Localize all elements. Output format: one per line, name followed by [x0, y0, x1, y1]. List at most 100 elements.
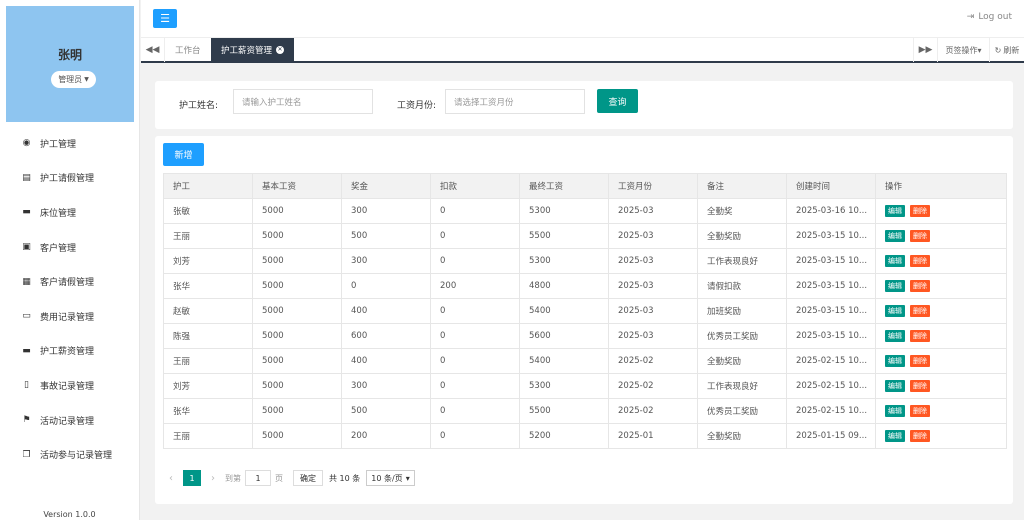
row-actions: 编辑 删除: [875, 373, 1007, 399]
table-cell: 5500: [519, 223, 609, 249]
tab-scroll-left-button[interactable]: ◀◀: [141, 38, 165, 62]
edit-button[interactable]: 编辑: [885, 405, 905, 417]
row-actions: 编辑 删除: [875, 223, 1007, 249]
sidebar-item-label: 费用记录管理: [40, 312, 95, 323]
id-card-icon: ▣: [22, 242, 31, 253]
table-cell: 2025-03: [608, 248, 698, 274]
table-cell: 0: [430, 198, 520, 224]
delete-button[interactable]: 删除: [910, 430, 930, 442]
delete-button[interactable]: 删除: [910, 230, 930, 242]
edit-button[interactable]: 编辑: [885, 355, 905, 367]
sidebar-item-label: 护工请假管理: [40, 174, 95, 185]
table-cell: 2025-01: [608, 423, 698, 449]
delete-button[interactable]: 删除: [910, 205, 930, 217]
sidebar-item-label: 床位管理: [40, 208, 77, 219]
edit-button[interactable]: 编辑: [885, 280, 905, 292]
sidebar-item[interactable]: ◉ 护工管理: [0, 126, 139, 161]
table-cell: 5000: [252, 223, 342, 249]
tab-operations-dropdown[interactable]: 页签操作 ▾: [937, 38, 989, 62]
table-cell: 张华: [163, 398, 253, 424]
name-search-input[interactable]: 请输入护工姓名: [233, 89, 373, 114]
salary-table-card: 新增 护工 基本工资 奖金 扣款 最终工资 工资月份 备注 创建时间 操作 张敏 5000 300 0…: [155, 136, 1013, 504]
logout-link[interactable]: ⇥ Log out: [967, 12, 1012, 22]
sidebar-item[interactable]: ▤ 护工请假管理: [0, 161, 139, 196]
table-cell: 0: [430, 298, 520, 324]
table-row: 陈强 5000 600 0 5600 2025-03 优秀员工奖励 2025-03-15 10…: [163, 323, 1007, 349]
sidebar-item[interactable]: ▬ 护工薪资管理: [0, 334, 139, 369]
edit-button[interactable]: 编辑: [885, 255, 905, 267]
table-cell: 2025-03-15 10...: [786, 248, 876, 274]
column-header: 备注: [697, 173, 787, 199]
add-button[interactable]: 新增: [163, 143, 204, 166]
role-dropdown[interactable]: 管理员 ▼: [51, 71, 96, 88]
goto-page-input[interactable]: 1: [245, 470, 271, 486]
table-cell: 300: [341, 198, 431, 224]
tab-bar: ◀◀ 工作台 护工薪资管理 ✕ ▶▶ 页签操作 ▾ ↻ 刷新: [141, 37, 1024, 63]
name-label: 护工姓名:: [179, 101, 219, 111]
edit-button[interactable]: 编辑: [885, 305, 905, 317]
table-cell: 0: [430, 248, 520, 274]
current-page-button[interactable]: 1: [183, 470, 201, 486]
row-actions: 编辑 删除: [875, 198, 1007, 224]
close-icon[interactable]: ✕: [276, 46, 285, 54]
table-cell: 刘芳: [163, 373, 253, 399]
sidebar-item[interactable]: ▯ 事故记录管理: [0, 368, 139, 403]
next-page-icon[interactable]: ›: [205, 473, 221, 484]
sidebar-item[interactable]: ⚑ 活动记录管理: [0, 403, 139, 438]
edit-button[interactable]: 编辑: [885, 380, 905, 392]
table-cell: 优秀员工奖励: [697, 398, 787, 424]
delete-button[interactable]: 删除: [910, 405, 930, 417]
sidebar: 张明 管理员 ▼ ◉ 护工管理 ▤ 护工请假管理 ▬ 床位管理 ▣ 客户管理 ▦ 客户请假管理 ▭ 费…: [0, 0, 140, 520]
table-cell: 0: [430, 423, 520, 449]
delete-button[interactable]: 删除: [910, 255, 930, 267]
edit-button[interactable]: 编辑: [885, 205, 905, 217]
menu-toggle-button[interactable]: ☰: [153, 9, 177, 28]
table-cell: 0: [430, 223, 520, 249]
search-button[interactable]: 查询: [597, 89, 638, 113]
table-row: 刘芳 5000 300 0 5300 2025-03 工作表现良好 2025-03-15 10…: [163, 248, 1007, 274]
tab-active-label: 护工薪资管理: [221, 46, 273, 56]
table-cell: 5300: [519, 248, 609, 274]
sidebar-item[interactable]: ❐ 活动参与记录管理: [0, 437, 139, 472]
month-picker-input[interactable]: 请选择工资月份: [445, 89, 585, 114]
delete-button[interactable]: 删除: [910, 305, 930, 317]
logout-icon: ⇥: [966, 12, 975, 22]
edit-button[interactable]: 编辑: [885, 230, 905, 242]
row-actions: 编辑 删除: [875, 298, 1007, 324]
edit-button[interactable]: 编辑: [885, 330, 905, 342]
edit-button[interactable]: 编辑: [885, 430, 905, 442]
column-header: 工资月份: [608, 173, 698, 199]
logout-label: Log out: [978, 12, 1012, 22]
table-cell: 2025-03: [608, 223, 698, 249]
sidebar-item[interactable]: ▭ 费用记录管理: [0, 299, 139, 334]
table-cell: 2025-02-15 10...: [786, 398, 876, 424]
tab-home[interactable]: 工作台: [165, 38, 211, 62]
delete-button[interactable]: 删除: [910, 355, 930, 367]
prev-page-icon[interactable]: ‹: [163, 473, 179, 484]
table-row: 张华 5000 500 0 5500 2025-02 优秀员工奖励 2025-02-15 10…: [163, 398, 1007, 424]
table-cell: 0: [430, 373, 520, 399]
flag-icon: ⚑: [22, 415, 31, 426]
table-cell: 300: [341, 373, 431, 399]
table-row: 刘芳 5000 300 0 5300 2025-02 工作表现良好 2025-02-15 10…: [163, 373, 1007, 399]
table-row: 王丽 5000 500 0 5500 2025-03 全勤奖励 2025-03-15 10..…: [163, 223, 1007, 249]
table-cell: 工作表现良好: [697, 248, 787, 274]
table-cell: 2025-01-15 09...: [786, 423, 876, 449]
table-cell: 400: [341, 298, 431, 324]
delete-button[interactable]: 删除: [910, 330, 930, 342]
delete-button[interactable]: 删除: [910, 280, 930, 292]
tab-salary-management[interactable]: 护工薪资管理 ✕: [211, 38, 295, 62]
delete-button[interactable]: 删除: [910, 380, 930, 392]
table-cell: 400: [341, 348, 431, 374]
goto-confirm-button[interactable]: 确定: [293, 470, 323, 486]
sidebar-item-label: 活动记录管理: [40, 416, 95, 427]
page-size-select[interactable]: 10 条/页 ▾: [366, 470, 415, 486]
sidebar-item[interactable]: ▣ 客户管理: [0, 230, 139, 265]
table-cell: 0: [430, 323, 520, 349]
refresh-button[interactable]: ↻ 刷新: [989, 38, 1024, 62]
tab-scroll-right-button[interactable]: ▶▶: [913, 38, 937, 62]
sidebar-item[interactable]: ▦ 客户请假管理: [0, 264, 139, 299]
row-actions: 编辑 删除: [875, 248, 1007, 274]
column-header: 奖金: [341, 173, 431, 199]
sidebar-item[interactable]: ▬ 床位管理: [0, 195, 139, 230]
